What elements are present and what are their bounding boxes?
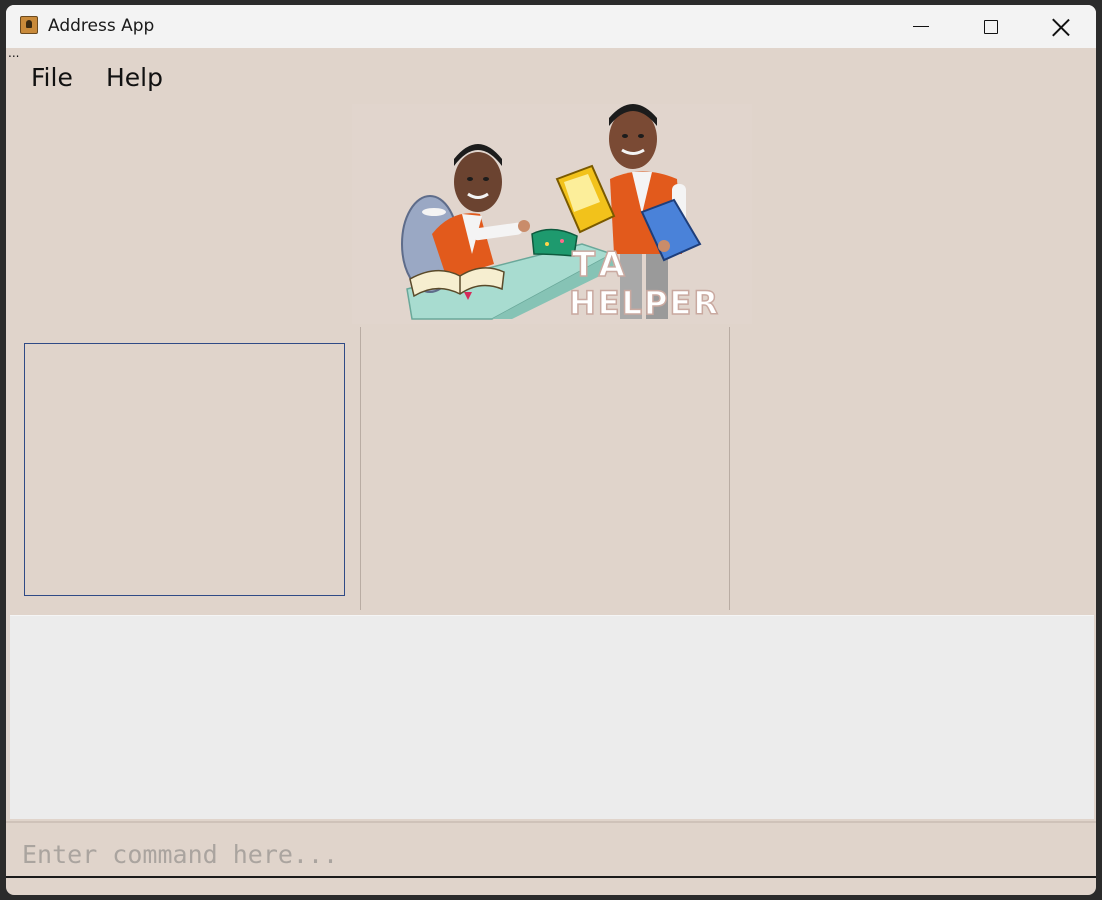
logo-text-ta: TA — [572, 245, 631, 285]
command-input[interactable] — [20, 835, 1084, 873]
minimize-button[interactable] — [886, 5, 956, 48]
menu-file[interactable]: File — [31, 63, 73, 92]
title-bar[interactable]: Address App — [6, 5, 1096, 48]
command-underline — [6, 876, 1096, 878]
maximize-button[interactable] — [956, 5, 1026, 48]
menu-help[interactable]: Help — [106, 63, 163, 92]
ta-helper-logo: TA HELPER — [352, 104, 752, 324]
result-display — [10, 615, 1094, 819]
panel-divider[interactable] — [360, 327, 361, 610]
minimize-icon — [913, 26, 929, 27]
list-panels — [6, 327, 1096, 613]
person-list-panel[interactable] — [24, 343, 345, 596]
window-title: Address App — [48, 16, 155, 36]
maximize-icon — [984, 19, 998, 34]
command-box — [6, 821, 1096, 879]
panel-divider[interactable] — [729, 327, 730, 610]
app-window: Address App ... File Help TA HELPER Ente… — [6, 5, 1096, 895]
menu-bar: File Help — [6, 49, 1096, 105]
logo-illustration: TA HELPER — [401, 104, 720, 323]
close-button[interactable] — [1026, 5, 1096, 48]
logo-text-helper: HELPER — [569, 284, 720, 322]
address-book-icon — [20, 16, 38, 34]
close-icon — [1052, 18, 1070, 36]
